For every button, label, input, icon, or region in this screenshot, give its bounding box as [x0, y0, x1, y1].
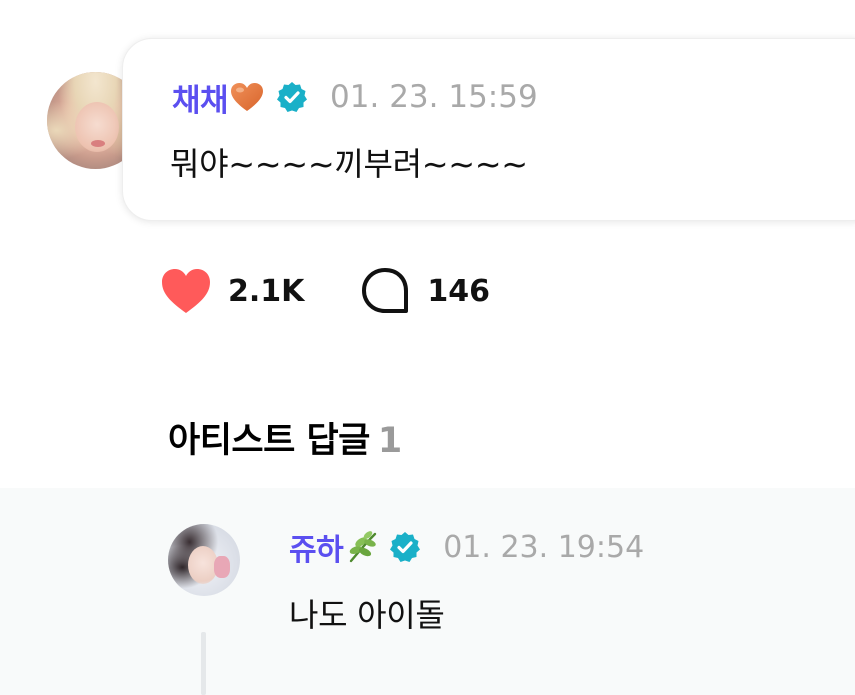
post-header: 채채 01. 23. 15:59: [172, 79, 538, 119]
reply-author-name[interactable]: 쥬하: [289, 525, 344, 569]
post-text: 뭐야~~~~끼부려~~~~: [170, 145, 528, 183]
post-card: 채채 01. 23. 15:59 뭐야~~~~끼부려~~~~: [122, 38, 855, 221]
artist-replies-count: 1: [377, 421, 402, 461]
post-actions: 2.1K 146: [160, 266, 490, 316]
verified-badge-icon: [276, 81, 308, 113]
reply-author-avatar[interactable]: [168, 524, 240, 596]
heart-icon: [162, 269, 210, 313]
comment-button[interactable]: 146: [304, 267, 490, 315]
thread-line: [201, 632, 206, 695]
orange-heart-emoji-icon: [230, 82, 264, 112]
like-button[interactable]: 2.1K: [160, 267, 304, 315]
reply-header: 쥬하 01. 23. 19:54: [289, 525, 645, 569]
artist-replies-heading: 아티스트 답글 1: [168, 412, 402, 463]
post-timestamp: 01. 23. 15:59: [330, 79, 538, 115]
artist-replies-title: 아티스트 답글: [168, 421, 370, 461]
verified-badge-icon: [390, 532, 421, 562]
herb-emoji-icon: [349, 531, 377, 563]
post-detail-page: 채채 01. 23. 15:59 뭐야~~~~끼부려~~~~ 2.1K 146 …: [0, 0, 855, 695]
like-count: 2.1K: [228, 273, 305, 309]
reply-timestamp: 01. 23. 19:54: [443, 529, 645, 565]
comment-bubble-icon: [362, 268, 409, 313]
author-name[interactable]: 채채: [172, 75, 229, 120]
reply-text: 나도 아이돌: [289, 596, 445, 634]
comment-count: 146: [427, 273, 491, 309]
